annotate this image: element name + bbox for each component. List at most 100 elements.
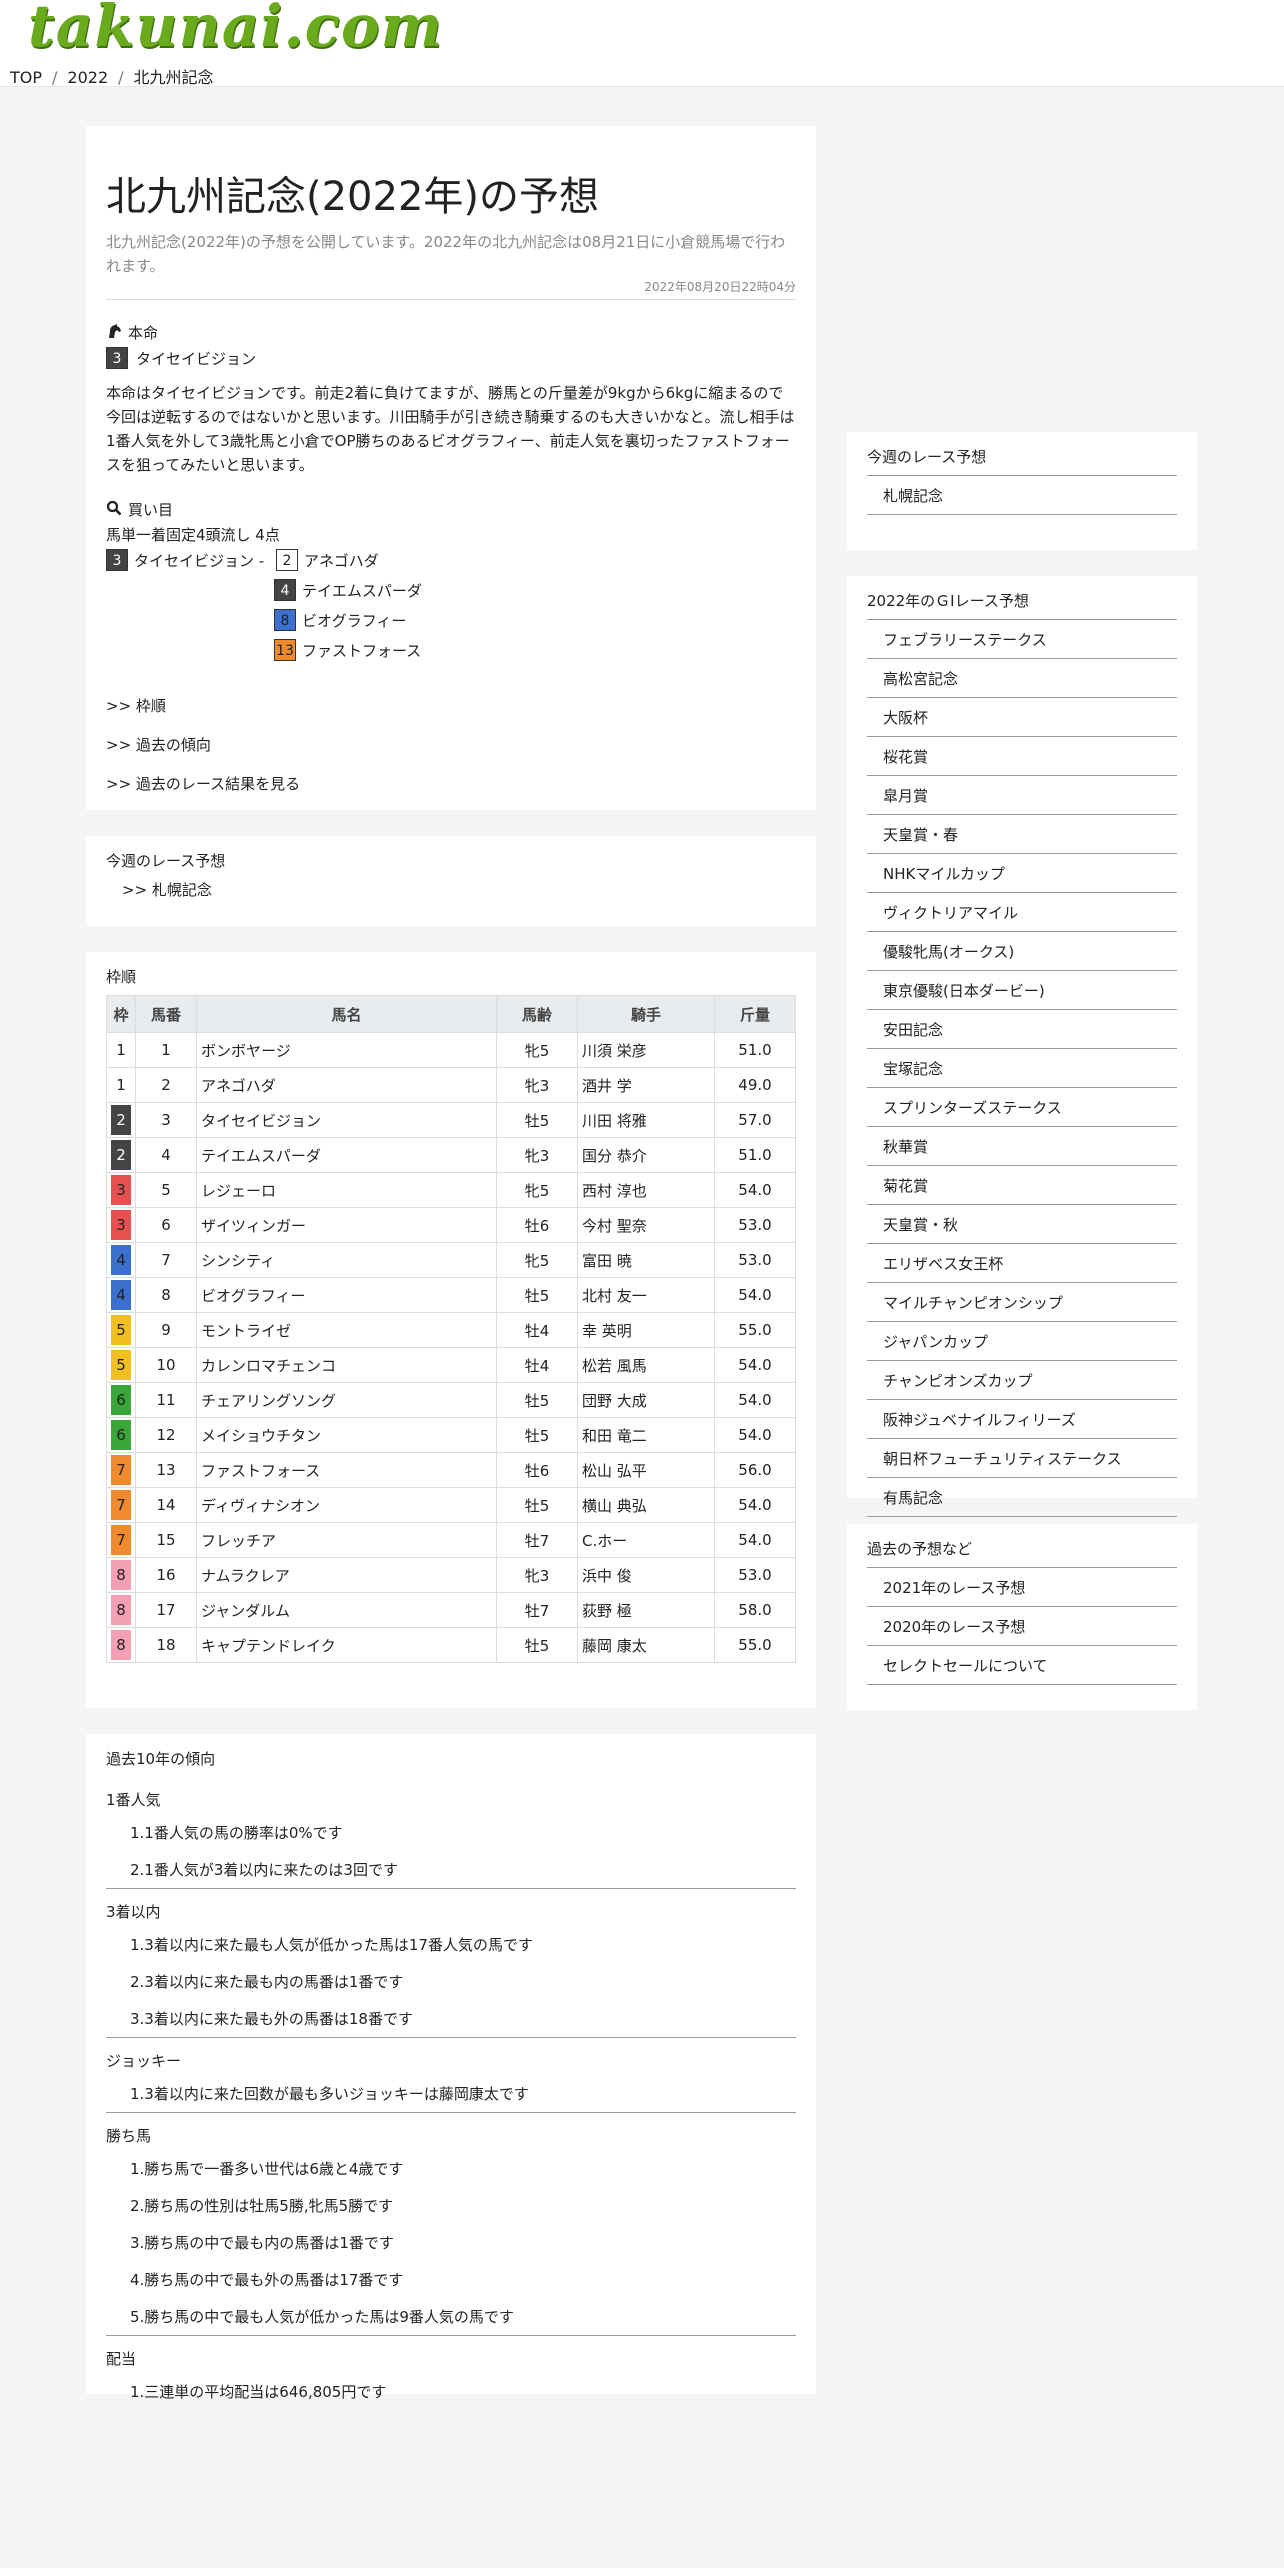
sidebar-item[interactable]: 2021年のレース予想 xyxy=(867,1568,1177,1607)
table-cell-jockey: 今村 聖奈 xyxy=(577,1207,715,1243)
sidebar-item[interactable]: 高松宮記念 xyxy=(867,659,1177,698)
sidebar-item[interactable]: 2020年のレース予想 xyxy=(867,1607,1177,1646)
table-cell-waku: 7 xyxy=(106,1487,136,1523)
table-cell-age: 牝3 xyxy=(496,1557,578,1593)
waku-badge: 4 xyxy=(111,1245,131,1275)
table-cell-name: レジェーロ xyxy=(196,1172,497,1208)
table-cell-age: 牝5 xyxy=(496,1032,578,1068)
table-cell-jockey: 富田 暁 xyxy=(577,1242,715,1278)
table-cell-weight: 54.0 xyxy=(714,1487,796,1523)
sidebar-item[interactable]: エリザベス女王杯 xyxy=(867,1244,1177,1283)
table-cell-weight: 54.0 xyxy=(714,1417,796,1453)
table-cell-waku: 1 xyxy=(106,1032,136,1068)
sidebar-item[interactable]: 宝塚記念 xyxy=(867,1049,1177,1088)
search-icon xyxy=(106,500,122,520)
table-cell-name: カレンロマチェンコ xyxy=(196,1347,497,1383)
table-row: 3 6 ザイツィンガー 牡6 今村 聖奈 53.0 xyxy=(106,1207,796,1243)
table-cell-waku: 8 xyxy=(106,1627,136,1663)
trend-item: 2.勝ち馬の性別は牡馬5勝,牝馬5勝です xyxy=(130,2197,394,2215)
link-past-results[interactable]: >> 過去のレース結果を見る xyxy=(106,773,796,794)
table-cell-waku: 5 xyxy=(106,1312,136,1348)
sidebar-item[interactable]: 大阪杯 xyxy=(867,698,1177,737)
sidebar-item[interactable]: NHKマイルカップ xyxy=(867,854,1177,893)
breadcrumb-current: 北九州記念 xyxy=(133,68,214,87)
table-cell-age: 牡6 xyxy=(496,1452,578,1488)
sidebar-item[interactable]: 皐月賞 xyxy=(867,776,1177,815)
waku-badge: 8 xyxy=(111,1630,131,1660)
table-row: 8 18 キャプテンドレイク 牡5 藤岡 康太 55.0 xyxy=(106,1627,796,1663)
trend-section-title: ジョッキー xyxy=(106,2052,182,2070)
sidebar-item[interactable]: 天皇賞・春 xyxy=(867,815,1177,854)
trend-item: 1.勝ち馬で一番多い世代は6歳と4歳です xyxy=(130,2160,404,2178)
breadcrumb-top[interactable]: TOP xyxy=(10,68,42,87)
publish-date: 2022年08月20日22時04分 xyxy=(106,278,796,300)
table-row: 5 9 モントライゼ 牡4 幸 英明 55.0 xyxy=(106,1312,796,1348)
buy-heading: 買い目 xyxy=(106,499,796,520)
sidebar-item[interactable]: 菊花賞 xyxy=(867,1166,1177,1205)
sidebar-item[interactable]: ジャパンカップ xyxy=(867,1322,1177,1361)
axis-name: タイセイビジョン - xyxy=(134,551,265,570)
sidebar-item[interactable]: 安田記念 xyxy=(867,1010,1177,1049)
table-cell-weight: 58.0 xyxy=(714,1592,796,1628)
table-cell-number: 1 xyxy=(135,1032,197,1068)
table-cell-number: 12 xyxy=(135,1417,197,1453)
sidebar-item[interactable]: 札幌記念 xyxy=(867,476,1177,515)
sidebar-this-week-title: 今週のレース予想 xyxy=(867,446,1177,476)
waku-badge: 7 xyxy=(111,1490,131,1520)
sidebar-item[interactable]: チャンピオンズカップ xyxy=(867,1361,1177,1400)
sidebar-item[interactable]: 優駿牝馬(オークス) xyxy=(867,932,1177,971)
sidebar-item[interactable]: 朝日杯フューチュリティステークス xyxy=(867,1439,1177,1478)
link-trends[interactable]: >> 過去の傾向 xyxy=(106,734,796,755)
table-row: 7 13 ファストフォース 牡6 松山 弘平 56.0 xyxy=(106,1452,796,1488)
waku-badge: 1 xyxy=(111,1070,131,1100)
entries-title: 枠順 xyxy=(106,968,137,986)
table-header-row: 枠 馬番 馬名 馬齢 騎手 斤量 xyxy=(106,995,796,1033)
breadcrumb-year[interactable]: 2022 xyxy=(67,68,108,87)
table-cell-waku: 5 xyxy=(106,1347,136,1383)
sidebar-item[interactable]: 秋華賞 xyxy=(867,1127,1177,1166)
sidebar-item[interactable]: フェブラリーステークス xyxy=(867,620,1177,659)
site-logo[interactable]: takunai.com xyxy=(28,0,443,60)
table-cell-name: モントライゼ xyxy=(196,1312,497,1348)
trend-item: 1.3着以内に来た最も人気が低かった馬は17番人気の馬です xyxy=(130,1936,533,1954)
trend-item: 5.勝ち馬の中で最も人気が低かった馬は9番人気の馬です xyxy=(106,2298,796,2336)
table-cell-name: シンシティ xyxy=(196,1242,497,1278)
table-cell-waku: 4 xyxy=(106,1242,136,1278)
sidebar-item[interactable]: 天皇賞・秋 xyxy=(867,1205,1177,1244)
waku-badge: 5 xyxy=(111,1350,131,1380)
sidebar-item[interactable]: 東京優駿(日本ダービー) xyxy=(867,971,1177,1010)
waku-badge: 4 xyxy=(111,1280,131,1310)
sidebar-item[interactable]: スプリンターズステークス xyxy=(867,1088,1177,1127)
sidebar-item[interactable]: 桜花賞 xyxy=(867,737,1177,776)
table-cell-weight: 57.0 xyxy=(714,1102,796,1138)
bet-row: 13 ファストフォース xyxy=(106,635,796,665)
table-cell-name: キャプテンドレイク xyxy=(196,1627,497,1663)
table-cell-number: 9 xyxy=(135,1312,197,1348)
table-cell-weight: 53.0 xyxy=(714,1207,796,1243)
table-cell-age: 牝3 xyxy=(496,1067,578,1103)
table-cell-waku: 1 xyxy=(106,1067,136,1103)
table-cell-name: テイエムスパーダ xyxy=(196,1137,497,1173)
target-name: アネゴハダ xyxy=(304,551,379,570)
table-cell-age: 牡7 xyxy=(496,1592,578,1628)
target-name: ファストフォース xyxy=(302,641,422,660)
trend-section-title: 3着以内 xyxy=(106,1903,161,1921)
sidebar-item[interactable]: 有馬記念 xyxy=(867,1478,1177,1517)
sidebar-item[interactable]: マイルチャンピオンシップ xyxy=(867,1283,1177,1322)
table-cell-number: 14 xyxy=(135,1487,197,1523)
waku-badge: 7 xyxy=(111,1525,131,1555)
table-cell-jockey: 松山 弘平 xyxy=(577,1452,715,1488)
sidebar-item[interactable]: ヴィクトリアマイル xyxy=(867,893,1177,932)
prediction-card: 北九州記念(2022年)の予想 北九州記念(2022年)の予想を公開しています。… xyxy=(86,126,816,810)
table-cell-waku: 6 xyxy=(106,1382,136,1418)
waku-badge: 5 xyxy=(111,1315,131,1345)
sidebar-item[interactable]: セレクトセールについて xyxy=(867,1646,1177,1685)
table-cell-jockey: 荻野 極 xyxy=(577,1592,715,1628)
sidebar-item[interactable]: 阪神ジュベナイルフィリーズ xyxy=(867,1400,1177,1439)
trends-list: 1番人気 1.1番人気の馬の勝率は0%です 2.1番人気が3着以内に来たのは3回です… xyxy=(106,1777,796,2410)
table-cell-waku: 4 xyxy=(106,1277,136,1313)
table-cell-jockey: 横山 典弘 xyxy=(577,1487,715,1523)
this-week-link[interactable]: >> 札幌記念 xyxy=(106,879,796,900)
link-waku[interactable]: >> 枠順 xyxy=(106,695,796,716)
trends-title: 過去10年の傾向 xyxy=(106,1750,216,1768)
